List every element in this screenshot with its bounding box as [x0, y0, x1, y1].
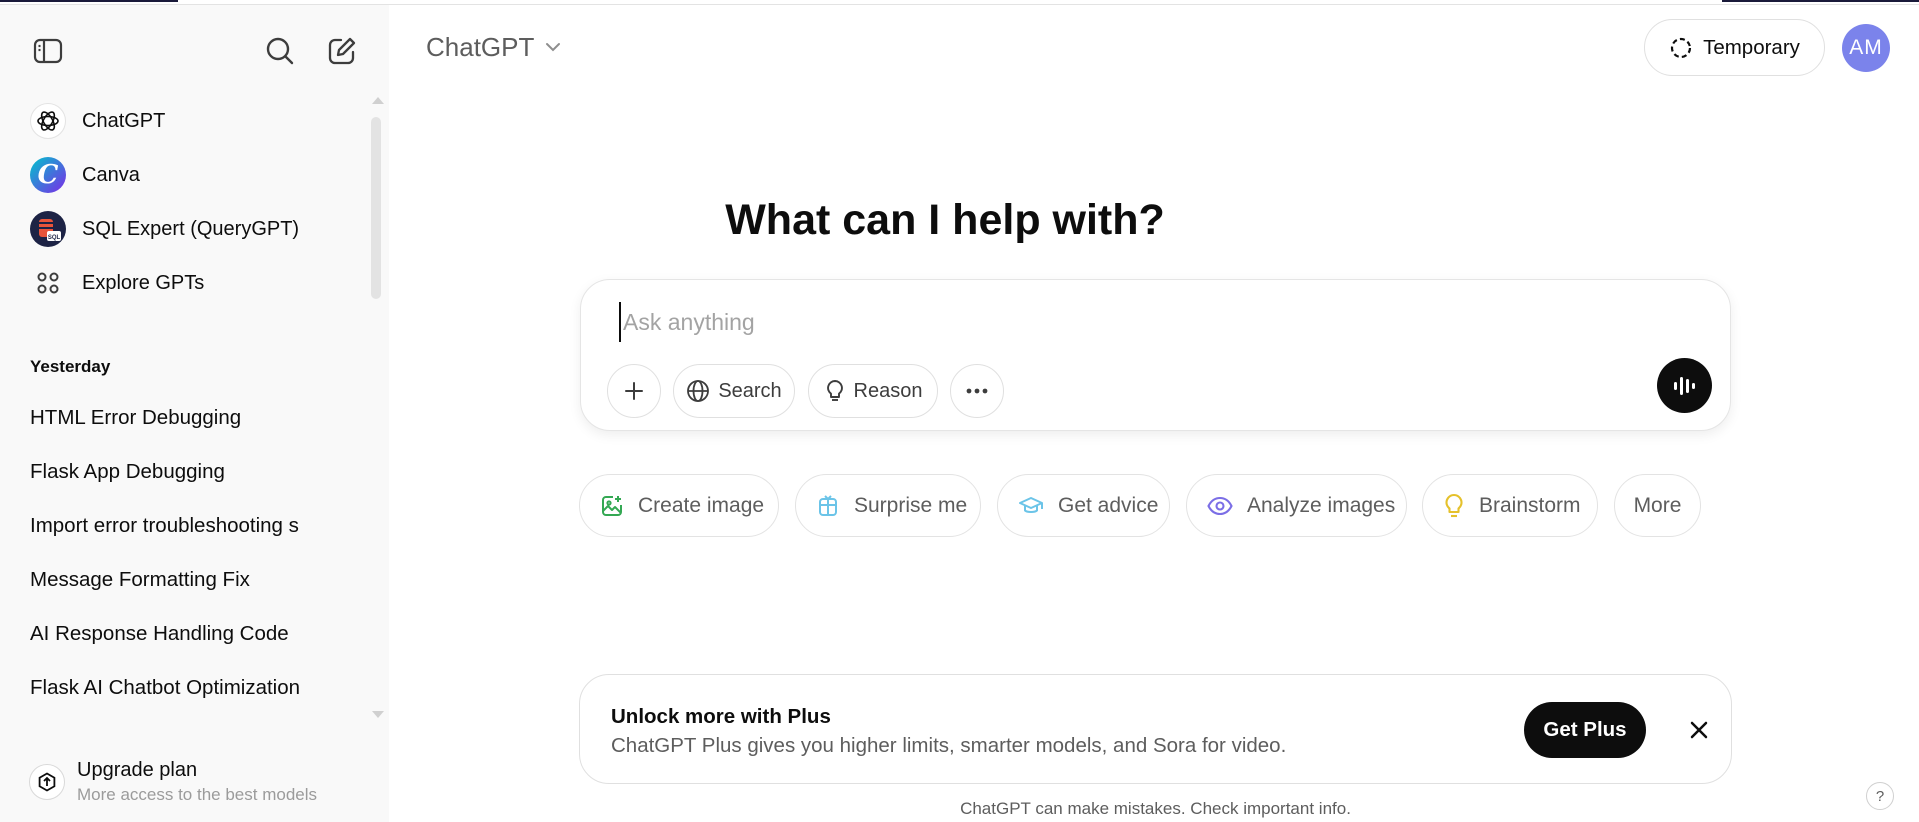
grid-icon	[30, 265, 66, 301]
chip-label: Create image	[638, 493, 765, 517]
brainstorm-chip[interactable]: Brainstorm	[1422, 474, 1598, 537]
sidebar-item-chatgpt[interactable]: ChatGPT	[16, 97, 356, 145]
search-icon	[266, 37, 294, 65]
reason-button[interactable]: Reason	[808, 364, 938, 418]
history-item[interactable]: HTML Error Debugging	[16, 395, 356, 441]
sidebar-icon	[33, 38, 63, 64]
graduation-cap-icon	[1018, 494, 1044, 518]
history-section-title: Yesterday	[30, 357, 111, 376]
dashed-circle-icon	[1670, 37, 1692, 58]
upgrade-plan-button[interactable]: Upgrade plan More access to the best mod…	[16, 749, 366, 815]
chip-label: Analyze images	[1247, 493, 1396, 517]
temporary-chat-button[interactable]: Temporary	[1644, 19, 1825, 76]
disclaimer: ChatGPT can make mistakes. Check importa…	[960, 799, 1351, 818]
chatgpt-logo-icon	[30, 103, 66, 139]
sidebar-item-sql-expert[interactable]: SQL SQL Expert (QueryGPT)	[16, 205, 356, 253]
prompt-input[interactable]	[619, 302, 1679, 342]
history-item[interactable]: Flask AI Chatbot Optimization	[16, 665, 356, 711]
create-image-chip[interactable]: Create image	[579, 474, 779, 537]
model-selector[interactable]: ChatGPT	[420, 24, 568, 70]
history-item[interactable]: Message Formatting Fix	[16, 557, 356, 603]
lightbulb-icon	[826, 380, 843, 401]
voice-waveform-icon	[1673, 376, 1695, 395]
temporary-label: Temporary	[1703, 35, 1800, 59]
plus-icon	[625, 382, 643, 400]
more-chip[interactable]: More	[1614, 474, 1701, 537]
sql-expert-logo-icon: SQL	[30, 211, 66, 247]
voice-mode-button[interactable]	[1657, 358, 1712, 413]
upgrade-banner: Unlock more with Plus ChatGPT Plus gives…	[579, 674, 1732, 784]
edit-icon	[328, 37, 356, 65]
upgrade-title: Upgrade plan	[77, 759, 198, 781]
search-chats-button[interactable]	[258, 29, 302, 73]
history-item[interactable]: AI Response Handling Code	[16, 611, 356, 657]
banner-title: Unlock more with Plus	[611, 705, 831, 728]
sidebar-item-canva[interactable]: C Canva	[16, 151, 356, 199]
analyze-images-chip[interactable]: Analyze images	[1186, 474, 1407, 537]
chip-label: Brainstorm	[1479, 493, 1581, 517]
chip-label: Surprise me	[854, 493, 968, 517]
search-label: Search	[718, 379, 782, 402]
chip-label: More	[1633, 493, 1682, 517]
get-advice-chip[interactable]: Get advice	[997, 474, 1170, 537]
chevron-down-icon	[546, 43, 561, 52]
gift-icon	[816, 494, 840, 518]
scroll-up-arrow[interactable]	[372, 97, 384, 104]
search-button[interactable]: Search	[673, 364, 795, 418]
eye-icon	[1207, 496, 1233, 516]
more-dots-icon	[966, 388, 988, 394]
attach-button[interactable]	[607, 364, 661, 418]
close-icon	[1690, 721, 1708, 739]
page-title: What can I help with?	[725, 196, 1165, 244]
close-banner-button[interactable]	[1680, 711, 1718, 749]
svg-text:SQL: SQL	[48, 235, 61, 241]
canva-logo-icon: C	[30, 157, 66, 193]
banner-subtitle: ChatGPT Plus gives you higher limits, sm…	[611, 734, 1287, 757]
composer: Search Reason	[580, 279, 1731, 431]
sidebar-item-label: Canva	[82, 163, 140, 186]
toggle-sidebar-button[interactable]	[26, 29, 70, 73]
globe-icon	[687, 380, 710, 402]
chip-label: Get advice	[1058, 493, 1159, 517]
scroll-down-arrow[interactable]	[372, 711, 384, 718]
help-button[interactable]: ?	[1866, 782, 1894, 810]
sidebar-item-label: ChatGPT	[82, 109, 166, 132]
reason-label: Reason	[853, 379, 923, 402]
lightbulb-icon	[1443, 493, 1465, 519]
new-chat-button[interactable]	[320, 29, 364, 73]
surprise-me-chip[interactable]: Surprise me	[795, 474, 981, 537]
history-item[interactable]: Flask App Debugging	[16, 449, 356, 495]
upgrade-subtitle: More access to the best models	[77, 785, 318, 804]
more-tools-button[interactable]	[950, 364, 1004, 418]
get-plus-button[interactable]: Get Plus	[1524, 702, 1646, 758]
model-name: ChatGPT	[426, 31, 535, 62]
sidebar-item-explore-gpts[interactable]: Explore GPTs	[16, 259, 356, 307]
sidebar: ChatGPT C Canva SQL SQL Expert (QueryGPT…	[0, 5, 389, 822]
sidebar-scrollbar[interactable]	[371, 117, 381, 299]
avatar[interactable]: AM	[1842, 24, 1890, 72]
sidebar-item-label: SQL Expert (QueryGPT)	[82, 217, 300, 240]
sidebar-item-label: Explore GPTs	[82, 271, 205, 294]
upgrade-icon	[29, 764, 65, 800]
history-item[interactable]: Import error troubleshooting s	[16, 503, 356, 549]
image-icon	[600, 494, 624, 518]
